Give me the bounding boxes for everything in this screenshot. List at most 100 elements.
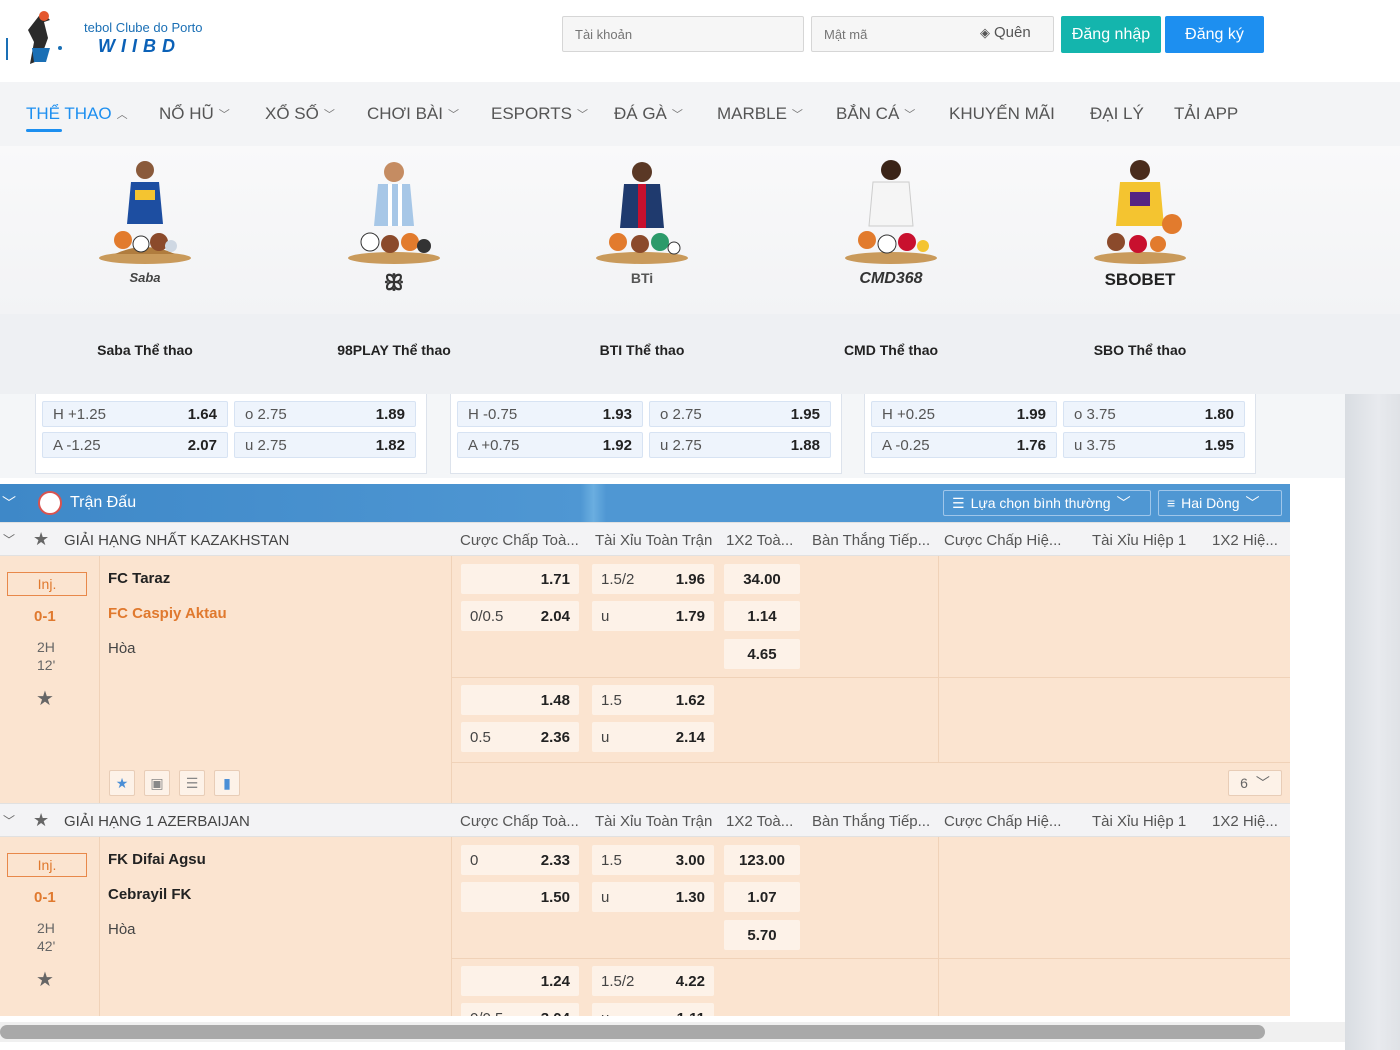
odds-cell[interactable]: o 2.75 1.95 [649,401,831,427]
league-header[interactable]: ﹀ ★ GIẢI HẠNG NHẤT KAZAKHSTAN Cược Chấp … [0,522,1290,556]
provider-label[interactable]: CMD Thể thao [791,342,991,358]
provider-label[interactable]: BTI Thể thao [542,342,742,358]
ou-odd[interactable]: 1.5/2 1.96 [592,564,714,594]
provider-sbo[interactable]: SBOBET [1040,146,1240,314]
hcp-odd[interactable]: 0.5 2.36 [461,722,579,752]
odd-value: 1.62 [675,691,705,709]
chevron-down-icon: ﹀ [447,109,459,121]
hcp-odd[interactable]: 0/0.5 2.04 [461,601,579,631]
hcp-odd[interactable]: 1.48 [461,685,579,715]
nav-item-marble[interactable]: MARBLE ﹀ [717,104,803,124]
col-header: 1X2 Hiệ... [1212,532,1278,549]
main-nav: THỂ THAO ︿ NỔ HŨ ﹀ XỔ SỐ ﹀ CHƠI BÀI ﹀ ESPORT… [0,82,1400,146]
hcp-odd[interactable]: 1.24 [461,966,579,996]
eye-off-icon[interactable]: ◈ [980,25,990,41]
odd-value: 2.04 [540,607,570,625]
odds-cell[interactable]: u 3.75 1.95 [1063,432,1245,458]
x12-odd[interactable]: 34.00 [724,564,800,594]
provider-label[interactable]: Saba Thể thao [45,342,245,358]
star-icon[interactable]: ★ [33,529,49,550]
x12-odd[interactable]: 123.00 [724,845,800,875]
forgot-password-link[interactable]: ◈ Quên [980,24,1031,41]
odd-value: 5.70 [747,926,777,944]
odd-line: u [601,607,610,625]
ou-odd[interactable]: u 1.79 [592,601,714,631]
nav-item-cockfight[interactable]: ĐÁ GÀ ﹀ [614,104,683,124]
nav-item-cards[interactable]: CHƠI BÀI ﹀ [367,104,459,124]
ou-odd[interactable]: u 1.30 [592,882,714,912]
provider-98play[interactable]: ꕥ [294,146,494,314]
ou-odd[interactable]: 1.5 3.00 [592,845,714,875]
odds-cell[interactable]: H +0.25 1.99 [871,401,1057,427]
chevron-down-icon: ﹀ [218,109,230,121]
athlete-soccer-icon [348,162,440,264]
provider-saba[interactable]: Saba [45,146,245,314]
odds-label: H +0.25 [882,405,935,423]
odds-cell[interactable]: A +0.75 1.92 [457,432,643,458]
odds-cell[interactable]: A -1.25 2.07 [42,432,228,458]
register-button[interactable]: Đăng ký [1165,16,1264,53]
x12-odd[interactable]: 1.07 [724,882,800,912]
odds-cell[interactable]: u 2.75 1.88 [649,432,831,458]
odds-cell[interactable]: H -0.75 1.93 [457,401,643,427]
ou-odd[interactable]: 1.5/2 4.22 [592,966,714,996]
nav-label: KHUYẾN MÃI [949,104,1055,123]
odds-cell[interactable]: A -0.25 1.76 [871,432,1057,458]
chevron-down-icon: ﹀ [323,109,335,121]
username-input[interactable] [562,16,804,52]
nav-item-slots[interactable]: NỔ HŨ ﹀ [159,104,230,124]
brand-logo[interactable]: tebol Clube do Porto WIIBD [6,8,226,70]
star-icon[interactable]: ★ [36,686,54,711]
nav-label: XỔ SỐ [265,104,319,123]
list-icon[interactable]: ☰ [179,770,205,796]
more-markets-button[interactable]: 6 ﹀ [1228,770,1282,796]
nav-label: NỔ HŨ [159,104,214,123]
ou-odd[interactable]: u 2.14 [592,722,714,752]
view-mode-select[interactable]: ☰ Lựa chọn bình thường ﹀ [943,490,1151,516]
provider-bti[interactable]: BTi [542,146,742,314]
nav-item-app[interactable]: TẢI APP [1174,104,1238,124]
odds-cell[interactable]: o 2.75 1.89 [234,401,416,427]
nav-item-lottery[interactable]: XỔ SỐ ﹀ [265,104,335,124]
horizontal-scrollbar[interactable] [0,1022,1345,1042]
x12-odd[interactable]: 4.65 [724,639,800,669]
filter-icon: ☰ [952,494,965,511]
league-header[interactable]: ﹀ ★ GIẢI HẠNG 1 AZERBAIJAN Cược Chấp Toà… [0,803,1290,837]
row-mode-select[interactable]: ≡ Hai Dòng ﹀ [1158,490,1282,516]
odds-value: 1.82 [375,436,405,454]
provider-cmd[interactable]: CMD368 [791,146,991,314]
odds-cell[interactable]: u 2.75 1.82 [234,432,416,458]
chevron-down-icon[interactable]: ﹀ [2,493,16,513]
odds-cell[interactable]: o 3.75 1.80 [1063,401,1245,427]
odd-line: 1.5/2 [601,570,635,588]
nav-item-sports[interactable]: THỂ THAO ︿ [26,104,128,124]
x12-odd[interactable]: 5.70 [724,920,800,950]
nav-label: MARBLE [717,104,787,123]
away-team: Cebrayil FK [108,886,192,903]
nav-item-fishing[interactable]: BẮN CÁ ﹀ [836,104,915,124]
nav-item-esports[interactable]: ESPORTS ﹀ [491,104,588,124]
chevron-down-icon[interactable]: ﹀ [3,812,15,829]
star-icon[interactable]: ★ [36,967,54,992]
odds-cell[interactable]: H +1.25 1.64 [42,401,228,427]
odd-value: 123.00 [739,851,785,869]
stats-icon[interactable]: ▮ [214,770,240,796]
hcp-odd[interactable]: 1.71 [461,564,579,594]
brand-name-bottom: WIIBD [98,36,181,56]
match-row: Inj. 0-1 2H 12' ★ FC Taraz FC Caspiy Akta… [0,556,1290,803]
field-icon[interactable]: ▣ [144,770,170,796]
favorite-star-icon[interactable]: ★ [109,770,135,796]
provider-label[interactable]: SBO Thể thao [1040,342,1240,358]
provider-label[interactable]: 98PLAY Thể thao [294,342,494,358]
x12-odd[interactable]: 1.14 [724,601,800,631]
hcp-odd[interactable]: 1.50 [461,882,579,912]
star-icon[interactable]: ★ [33,810,49,831]
ou-odd[interactable]: 1.5 1.62 [592,685,714,715]
login-button[interactable]: Đăng nhập [1061,16,1161,53]
nav-item-agent[interactable]: ĐẠI LÝ [1090,104,1144,124]
scrollbar-thumb[interactable] [0,1025,1265,1039]
odds-label: u 3.75 [1074,436,1116,454]
nav-item-promotions[interactable]: KHUYẾN MÃI [949,104,1055,124]
hcp-odd[interactable]: 0 2.33 [461,845,579,875]
chevron-down-icon[interactable]: ﹀ [3,531,15,548]
